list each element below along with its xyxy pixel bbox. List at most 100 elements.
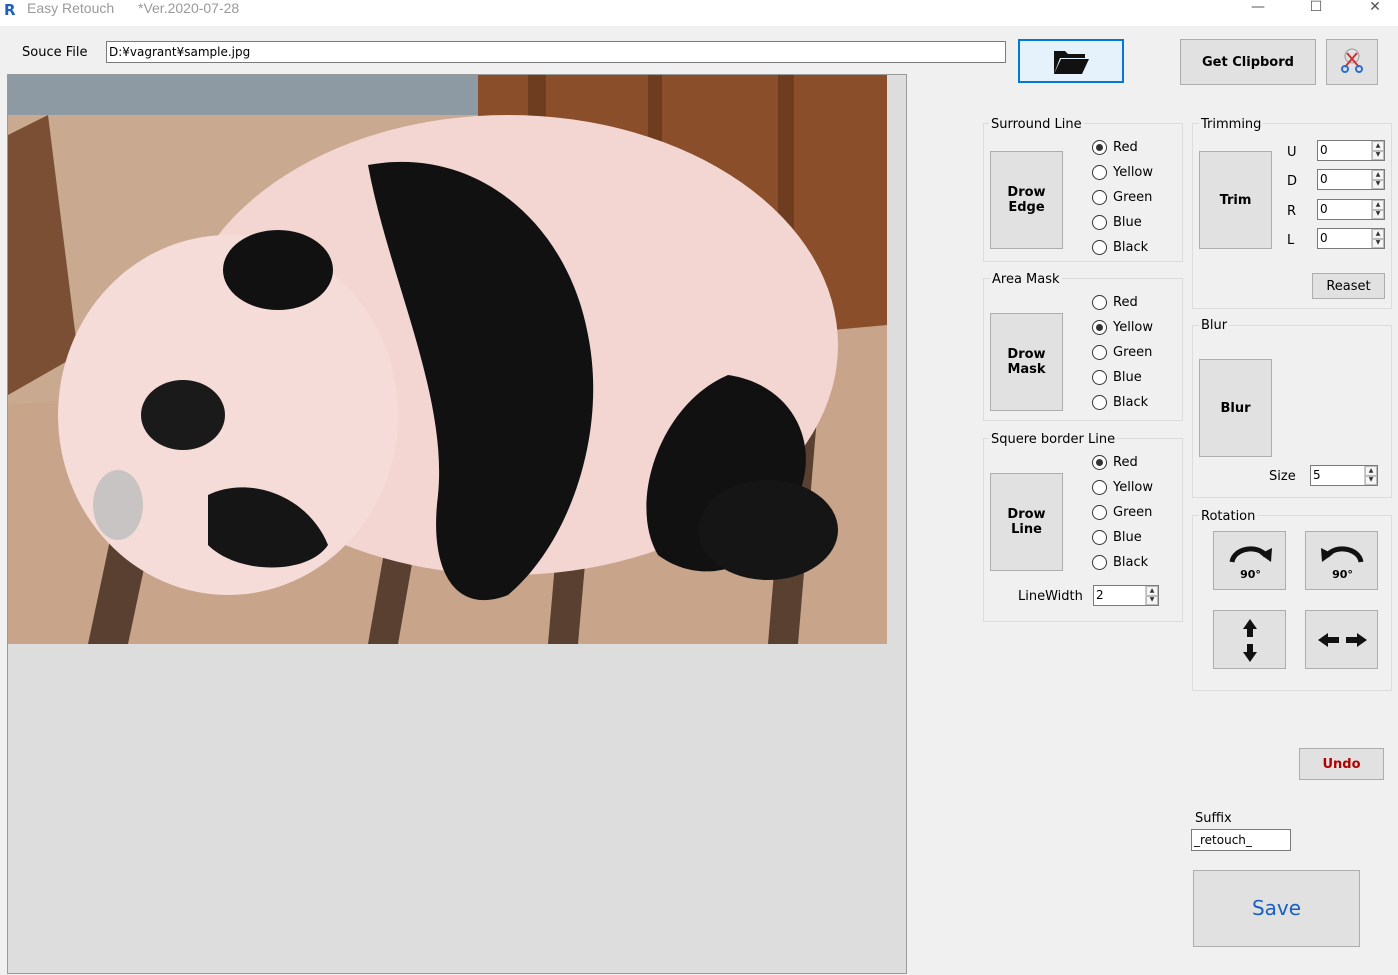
spin-down-icon[interactable]: ▼ [1365,475,1377,485]
title-bar: R Easy Retouch *Ver.2020-07-28 — ☐ ✕ [0,0,1398,26]
rotate-clockwise-label: 90° [1240,568,1261,581]
blur-size-stepper[interactable]: 5 ▲ ▼ [1310,465,1378,486]
surround-black-label: Black [1113,239,1149,255]
trim-l-label: L [1287,233,1295,248]
trim-l-stepper[interactable]: 0 ▲ ▼ [1317,228,1385,249]
flip-horizontal-button[interactable] [1305,610,1378,669]
spin-up-icon[interactable]: ▲ [1146,586,1158,596]
mask-blue-label: Blue [1113,369,1142,385]
blur-size-spin-buttons: ▲ ▼ [1364,466,1377,485]
draw-mask-label-2: Mask [1007,362,1046,377]
surround-yellow-radio[interactable]: Yellow [1092,163,1153,181]
border-green-radio[interactable]: Green [1092,503,1152,521]
trim-r-label: R [1287,204,1297,219]
flip-vertical-button[interactable] [1213,610,1286,669]
radio-empty-icon [1092,294,1107,310]
rotate-counterclockwise-button[interactable]: 90° [1305,531,1378,590]
trim-l-value[interactable]: 0 [1318,229,1371,248]
trim-d-value[interactable]: 0 [1318,170,1371,189]
radio-empty-icon [1092,529,1107,545]
trim-r-value[interactable]: 0 [1318,200,1371,219]
draw-line-button[interactable]: Drow Line [990,473,1063,571]
close-button[interactable]: ✕ [1352,0,1398,18]
trim-d-stepper[interactable]: 0 ▲ ▼ [1317,169,1385,190]
spin-down-icon[interactable]: ▼ [1372,150,1384,160]
border-yellow-label: Yellow [1113,479,1154,495]
linewidth-label: LineWidth [1018,589,1083,604]
trim-reset-button[interactable]: Reaset [1312,273,1385,299]
square-border-title: Squere border Line [989,432,1118,447]
area-mask-title: Area Mask [990,272,1062,287]
radio-empty-icon [1092,369,1107,385]
trim-u-spin-buttons: ▲ ▼ [1371,141,1384,160]
spin-up-icon[interactable]: ▲ [1372,170,1384,180]
border-yellow-radio[interactable]: Yellow [1092,478,1153,496]
spin-down-icon[interactable]: ▼ [1372,179,1384,189]
flip-horizontal-icon [1318,633,1367,647]
radio-empty-icon [1092,164,1107,180]
minimize-button[interactable]: — [1235,0,1281,18]
mask-blue-radio[interactable]: Blue [1092,368,1142,386]
radio-empty-icon [1092,394,1107,410]
window-version: *Ver.2020-07-28 [138,0,240,16]
spin-up-icon[interactable]: ▲ [1372,229,1384,239]
rotate-clockwise-button[interactable]: 90° [1213,531,1286,590]
spin-up-icon[interactable]: ▲ [1365,466,1377,476]
radio-empty-icon [1092,239,1107,255]
save-button[interactable]: Save [1193,870,1360,947]
mask-red-radio[interactable]: Red [1092,293,1138,311]
rotate-clockwise-icon [1229,546,1272,563]
undo-button[interactable]: Undo [1299,748,1384,780]
surround-green-label: Green [1113,189,1153,205]
draw-line-label-2: Line [1011,522,1042,537]
rotate-counterclockwise-label: 90° [1332,568,1353,581]
border-blue-radio[interactable]: Blue [1092,528,1142,546]
source-file-input[interactable]: D:¥vagrant¥sample.jpg [106,41,1006,63]
mask-yellow-radio[interactable]: Yellow [1092,318,1153,336]
spin-up-icon[interactable]: ▲ [1372,141,1384,151]
spin-up-icon[interactable]: ▲ [1372,200,1384,210]
surround-black-radio[interactable]: Black [1092,238,1148,256]
trim-u-stepper[interactable]: 0 ▲ ▼ [1317,140,1385,161]
border-green-label: Green [1113,504,1153,520]
radio-empty-icon [1092,214,1107,230]
maximize-button[interactable]: ☐ [1293,0,1339,18]
linewidth-stepper[interactable]: 2 ▲ ▼ [1093,585,1159,606]
folder-open-icon [1054,51,1089,74]
radio-selected-icon [1092,454,1107,470]
spin-down-icon[interactable]: ▼ [1372,238,1384,248]
draw-mask-button[interactable]: Drow Mask [990,313,1063,411]
get-clipboard-button[interactable]: Get Clipbord [1180,39,1316,85]
snipping-tool-button[interactable] [1326,39,1378,85]
panda-image [8,75,887,644]
blur-button[interactable]: Blur [1199,359,1272,457]
draw-edge-button[interactable]: Drow Edge [990,151,1063,249]
blur-size-value[interactable]: 5 [1311,466,1364,485]
mask-black-label: Black [1113,394,1149,410]
surround-line-title: Surround Line [989,117,1084,132]
open-folder-button[interactable] [1018,39,1124,83]
mask-black-radio[interactable]: Black [1092,393,1148,411]
surround-red-radio[interactable]: Red [1092,138,1138,156]
trim-r-stepper[interactable]: 0 ▲ ▼ [1317,199,1385,220]
blur-size-label: Size [1269,469,1296,484]
radio-empty-icon [1092,504,1107,520]
spin-down-icon[interactable]: ▼ [1372,209,1384,219]
trim-u-value[interactable]: 0 [1318,141,1371,160]
border-red-radio[interactable]: Red [1092,453,1138,471]
panda-photo-drawing [8,75,887,644]
trim-d-label: D [1287,174,1298,189]
draw-edge-label-1: Drow [1007,185,1046,200]
border-black-radio[interactable]: Black [1092,553,1148,571]
surround-green-radio[interactable]: Green [1092,188,1152,206]
draw-line-label-1: Drow [1007,507,1046,522]
linewidth-value[interactable]: 2 [1094,586,1145,605]
mask-green-radio[interactable]: Green [1092,343,1152,361]
suffix-input[interactable]: _retouch_ [1191,829,1291,851]
trim-r-spin-buttons: ▲ ▼ [1371,200,1384,219]
spin-down-icon[interactable]: ▼ [1146,595,1158,605]
trim-button[interactable]: Trim [1199,151,1272,249]
surround-blue-radio[interactable]: Blue [1092,213,1142,231]
surround-yellow-label: Yellow [1113,164,1154,180]
blur-title: Blur [1199,318,1230,333]
